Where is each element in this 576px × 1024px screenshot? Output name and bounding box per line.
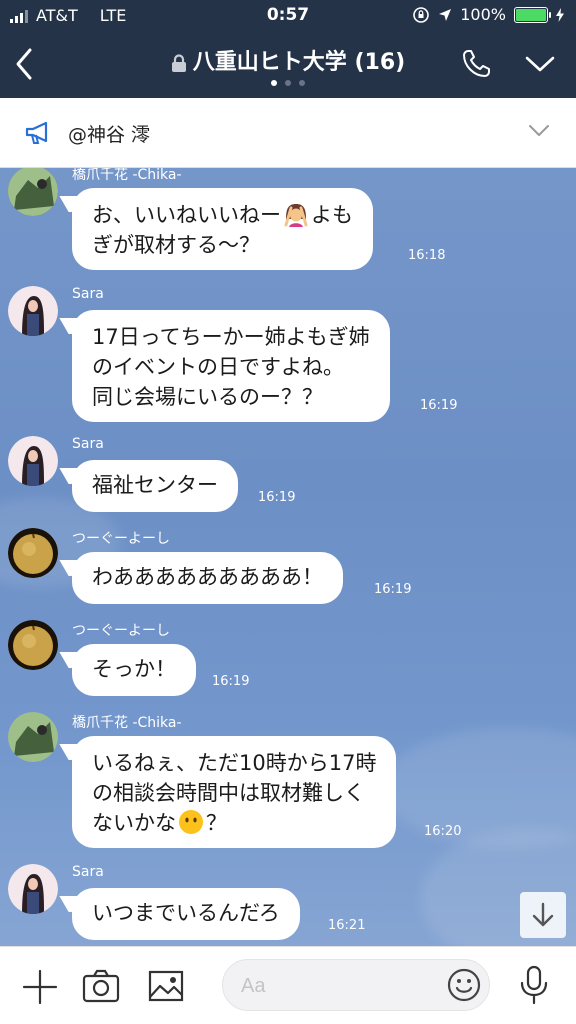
message-bubble[interactable]: 福祉センター — [72, 460, 238, 512]
message-line: いつまでいるんだろ — [92, 901, 280, 925]
orientation-lock-icon — [413, 6, 430, 23]
avatar-image — [8, 286, 58, 336]
avatar-image — [8, 168, 58, 216]
message-bubble[interactable]: そっか！ — [72, 644, 196, 696]
message-input[interactable] — [241, 972, 421, 1000]
avatar-image — [8, 620, 58, 670]
message-time: 16:20 — [424, 824, 462, 839]
avatar-image — [8, 436, 58, 486]
battery-percent: 100% — [460, 5, 506, 24]
page-indicator — [0, 80, 576, 86]
message-bubble[interactable]: お、いいねいいねー よも ぎが取材する～？ — [72, 188, 373, 270]
phone-icon[interactable] — [460, 48, 492, 80]
message-time: 16:21 — [328, 918, 366, 933]
sender-name: つーぐーよーし — [72, 531, 170, 547]
avatar[interactable] — [8, 168, 58, 216]
message-line-suffix: よも — [311, 203, 353, 227]
message-line: いるねぇ、ただ10時から17時 — [92, 751, 377, 775]
message-input-box[interactable] — [222, 959, 490, 1011]
avatar-image — [8, 864, 58, 914]
sender-name: 橋爪千花 -Chika- — [72, 715, 182, 731]
chevron-down-icon[interactable] — [528, 123, 550, 139]
camera-icon[interactable] — [82, 969, 120, 1003]
message-line: 同じ会場にいるのー？？ — [92, 385, 323, 409]
person-gesturing-ok-emoji-icon — [284, 204, 308, 227]
message-line: の相談会時間中は取材難しく — [92, 781, 365, 805]
page-dot — [285, 80, 291, 86]
message-bubble[interactable]: いつまでいるんだろ — [72, 888, 300, 940]
message-time: 16:19 — [258, 490, 296, 505]
smile-icon[interactable] — [447, 968, 481, 1002]
message-bubble[interactable]: わあああああああああ！ — [72, 552, 343, 604]
sender-name: Sara — [72, 436, 104, 452]
page-dot — [271, 80, 277, 86]
scroll-to-bottom-button[interactable] — [520, 892, 566, 938]
message-time: 16:19 — [420, 398, 458, 413]
sender-name: つーぐーよーし — [72, 623, 170, 639]
sender-name: Sara — [72, 286, 104, 302]
top-bar: AT&T LTE 0:57 100% 八重山ヒト大学 (16) — [0, 0, 576, 98]
message-bubble[interactable]: 17日ってちーかー姉よもぎ姉 のイベントの日ですよね。 同じ会場にいるのー？？ — [72, 310, 390, 422]
message-line: ないかな — [92, 811, 176, 835]
chat-area[interactable]: 橋爪千花 -Chika- お、いいねいいねー よも ぎが取材する～？ 16:18 … — [0, 168, 576, 946]
megaphone-icon — [25, 121, 48, 144]
arrow-down-icon — [532, 902, 554, 927]
announcement-text: @神谷 澪 — [68, 124, 151, 146]
status-bar: AT&T LTE 0:57 100% — [0, 0, 576, 32]
status-right: 100% — [412, 5, 564, 24]
location-icon — [439, 8, 452, 21]
chat-title-text: 八重山ヒト大学 (16) — [192, 50, 406, 75]
plus-icon[interactable] — [22, 969, 58, 1005]
avatar[interactable] — [8, 712, 58, 762]
avatar[interactable] — [8, 620, 58, 670]
avatar-image — [8, 712, 58, 762]
chevron-down-icon[interactable] — [524, 52, 556, 76]
message-line: 福祉センター — [92, 473, 218, 497]
mic-icon[interactable] — [518, 965, 550, 1005]
face-without-mouth-emoji-icon — [179, 810, 203, 834]
avatar-image — [8, 528, 58, 578]
message-time: 16:19 — [374, 582, 412, 597]
image-icon[interactable] — [148, 969, 184, 1003]
lock-icon — [171, 54, 186, 72]
message-line: のイベントの日ですよね。 — [92, 355, 344, 379]
message-line-suffix: ？ — [206, 811, 227, 835]
message-line: お、いいねいいねー — [92, 203, 281, 227]
announcement-bar[interactable]: @神谷 澪 — [0, 98, 576, 168]
battery-icon — [514, 6, 551, 23]
message-line: そっか！ — [92, 657, 176, 681]
charging-icon — [556, 7, 564, 22]
sender-name: Sara — [72, 864, 104, 880]
avatar[interactable] — [8, 286, 58, 336]
message-time: 16:18 — [408, 248, 446, 263]
message-bubble[interactable]: いるねぇ、ただ10時から17時 の相談会時間中は取材難しく ないかな ？ — [72, 736, 397, 848]
message-time: 16:19 — [212, 674, 250, 689]
message-line: わあああああああああ！ — [92, 565, 323, 589]
message-line: 17日ってちーかー姉よもぎ姉 — [92, 325, 370, 349]
input-bar — [0, 946, 576, 1024]
avatar[interactable] — [8, 864, 58, 914]
avatar[interactable] — [8, 436, 58, 486]
avatar[interactable] — [8, 528, 58, 578]
message-line: ぎが取材する～？ — [92, 233, 260, 257]
sender-name: 橋爪千花 -Chika- — [72, 168, 182, 183]
page-dot — [299, 80, 305, 86]
chat-header: 八重山ヒト大学 (16) — [0, 32, 576, 98]
